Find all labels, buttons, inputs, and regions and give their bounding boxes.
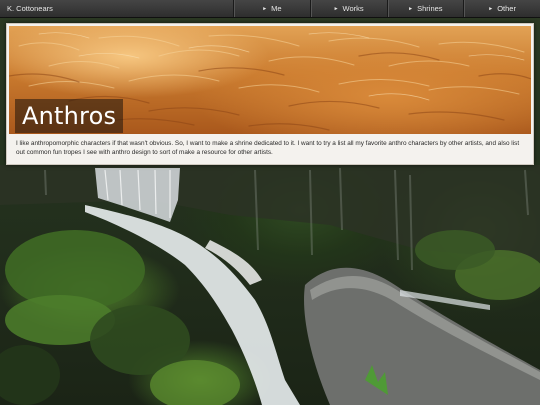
nav-item-other[interactable]: ► Other bbox=[463, 0, 540, 17]
triangle-right-icon: ► bbox=[408, 5, 414, 12]
triangle-right-icon: ► bbox=[333, 5, 339, 12]
triangle-right-icon: ► bbox=[488, 5, 494, 12]
nav-item-label: Shrines bbox=[417, 4, 443, 13]
nav-item-label: Other bbox=[497, 4, 516, 13]
triangle-right-icon: ► bbox=[262, 5, 268, 12]
shrine-card: Anthros I like anthropomorphic character… bbox=[6, 23, 534, 165]
page-title: Anthros bbox=[22, 102, 117, 130]
top-navigation-bar: K. Cottonears ► Me ► Works ► Shrines ► O… bbox=[0, 0, 540, 18]
site-brand[interactable]: K. Cottonears bbox=[0, 0, 233, 17]
nav-item-works[interactable]: ► Works bbox=[309, 0, 387, 17]
nav-item-shrines[interactable]: ► Shrines bbox=[386, 0, 464, 17]
nav-item-label: Works bbox=[342, 4, 364, 13]
shrine-description: I like anthropomorphic characters if tha… bbox=[16, 140, 520, 157]
page-title-box: Anthros bbox=[15, 99, 124, 133]
nav-item-label: Me bbox=[271, 4, 282, 13]
nav-item-me[interactable]: ► Me bbox=[233, 0, 310, 17]
fur-banner-image: Anthros bbox=[9, 26, 531, 134]
